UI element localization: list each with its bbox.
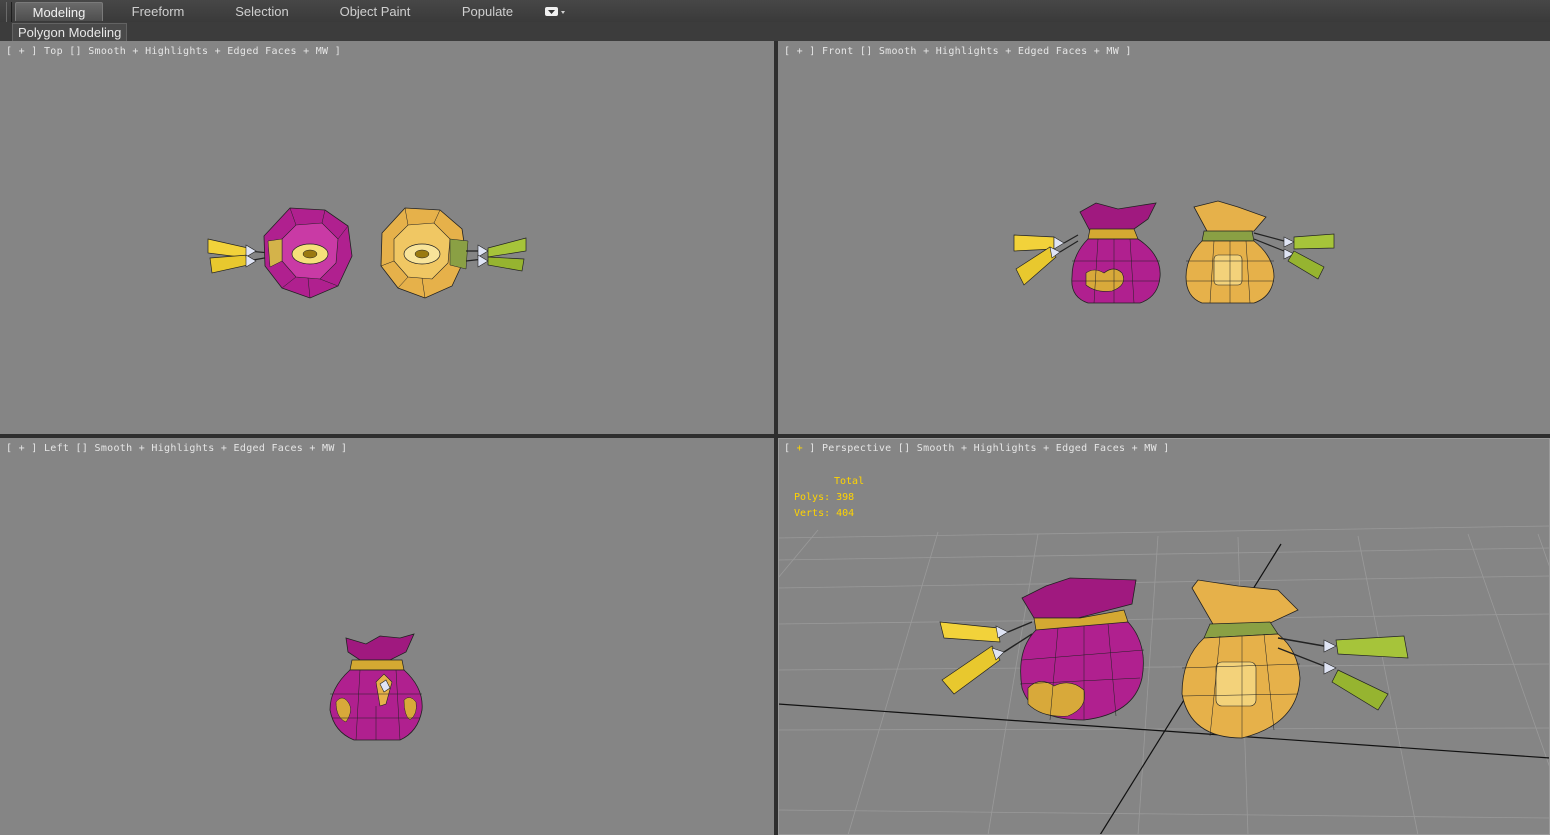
ribbon-bar: Modeling Freeform Selection Object Paint… — [0, 0, 1550, 40]
viewport-top[interactable]: [ + ] Top [] Smooth + Highlights + Edged… — [0, 41, 774, 434]
purple-bag-top-model — [207, 207, 353, 299]
viewport-left[interactable]: [ + ] Left [] Smooth + Highlights + Edge… — [0, 438, 774, 835]
home-grid — [778, 525, 1550, 835]
window-dropdown-icon[interactable] — [544, 6, 566, 18]
tab-populate[interactable]: Populate — [450, 2, 525, 21]
gold-bag-perspective-model — [1181, 579, 1409, 739]
polygon-modeling-panel-label[interactable]: Polygon Modeling — [12, 23, 128, 42]
gold-bag-top-model — [380, 207, 527, 299]
purple-bag-perspective-model — [939, 577, 1145, 721]
tab-freeform[interactable]: Freeform — [118, 2, 198, 21]
bag-left-side-model — [329, 633, 423, 741]
top-view-scene — [207, 207, 527, 299]
viewport-splitter-vertical[interactable] — [774, 41, 778, 835]
tab-object-paint[interactable]: Object Paint — [330, 2, 420, 21]
left-view-scene — [329, 633, 423, 741]
front-view-scene — [1013, 200, 1335, 304]
tab-selection[interactable]: Selection — [222, 2, 302, 21]
viewport-splitter-horizontal[interactable] — [0, 434, 1550, 438]
viewport-perspective[interactable]: [ + ] Perspective [] Smooth + Highlights… — [778, 438, 1550, 835]
perspective-scene — [778, 525, 1550, 835]
ribbon-panel-strip: Polygon Modeling — [0, 22, 1550, 42]
gold-bag-front-model — [1185, 200, 1335, 304]
viewport-front[interactable]: [ + ] Front [] Smooth + Highlights + Edg… — [778, 41, 1550, 434]
tab-modeling[interactable]: Modeling — [15, 2, 103, 21]
purple-bag-front-model — [1013, 202, 1161, 304]
